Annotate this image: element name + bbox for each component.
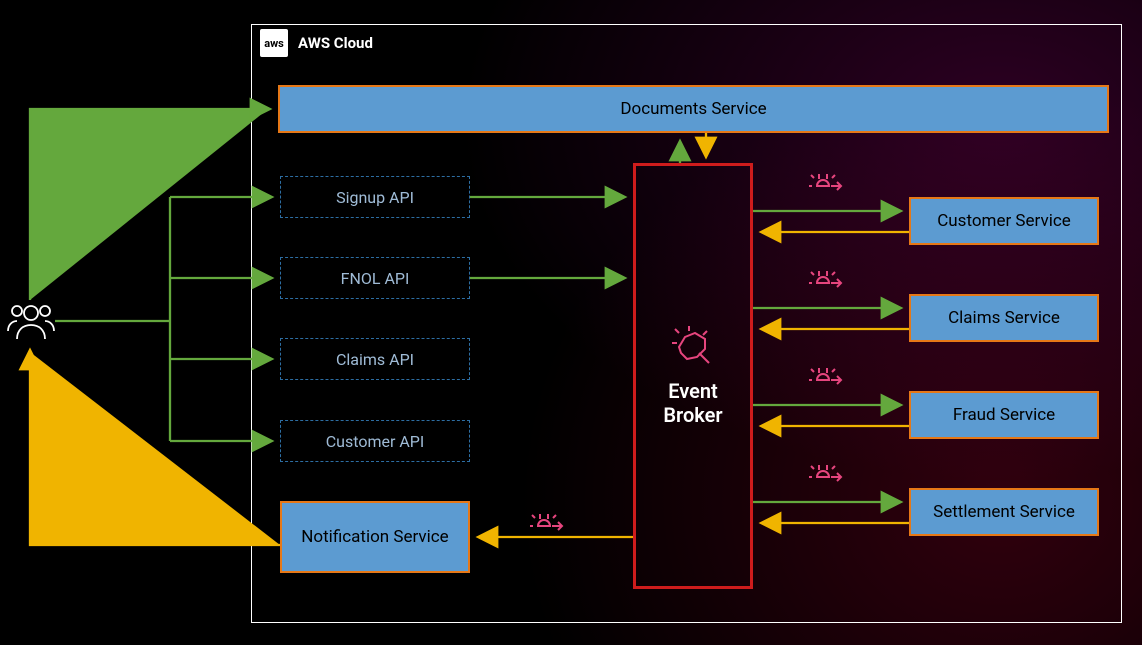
fraud-service-box: Fraud Service	[909, 391, 1099, 439]
customer-service-label: Customer Service	[937, 211, 1071, 231]
aws-logo-icon: aws	[260, 29, 288, 57]
settlement-service-label: Settlement Service	[933, 502, 1075, 522]
event-icon	[809, 463, 843, 491]
event-broker-box: Event Broker	[633, 163, 753, 589]
customer-service-box: Customer Service	[909, 197, 1099, 245]
event-icon	[809, 269, 843, 297]
signup-api-box: Signup API	[280, 176, 470, 218]
customer-api-label: Customer API	[326, 432, 424, 451]
documents-service-box: Documents Service	[278, 85, 1109, 133]
claims-service-label: Claims Service	[948, 308, 1060, 328]
signup-api-label: Signup API	[336, 188, 414, 207]
event-broker-icon	[669, 325, 717, 369]
claims-service-box: Claims Service	[909, 294, 1099, 342]
notification-service-label: Notification Service	[301, 527, 448, 547]
documents-service-label: Documents Service	[620, 99, 766, 119]
event-icon	[809, 172, 843, 200]
users-icon	[6, 299, 56, 343]
fnol-api-label: FNOL API	[341, 269, 410, 288]
event-icon	[530, 512, 564, 540]
customer-api-box: Customer API	[280, 420, 470, 462]
fnol-api-box: FNOL API	[280, 257, 470, 299]
settlement-service-box: Settlement Service	[909, 488, 1099, 536]
aws-logo-text: aws	[264, 37, 284, 50]
event-icon	[809, 366, 843, 394]
event-broker-line2: Broker	[663, 403, 722, 427]
claims-api-label: Claims API	[336, 350, 414, 369]
event-broker-line1: Event	[663, 379, 722, 403]
claims-api-box: Claims API	[280, 338, 470, 380]
fraud-service-label: Fraud Service	[953, 405, 1055, 425]
cloud-title: AWS Cloud	[298, 34, 373, 52]
notification-service-box: Notification Service	[280, 501, 470, 573]
